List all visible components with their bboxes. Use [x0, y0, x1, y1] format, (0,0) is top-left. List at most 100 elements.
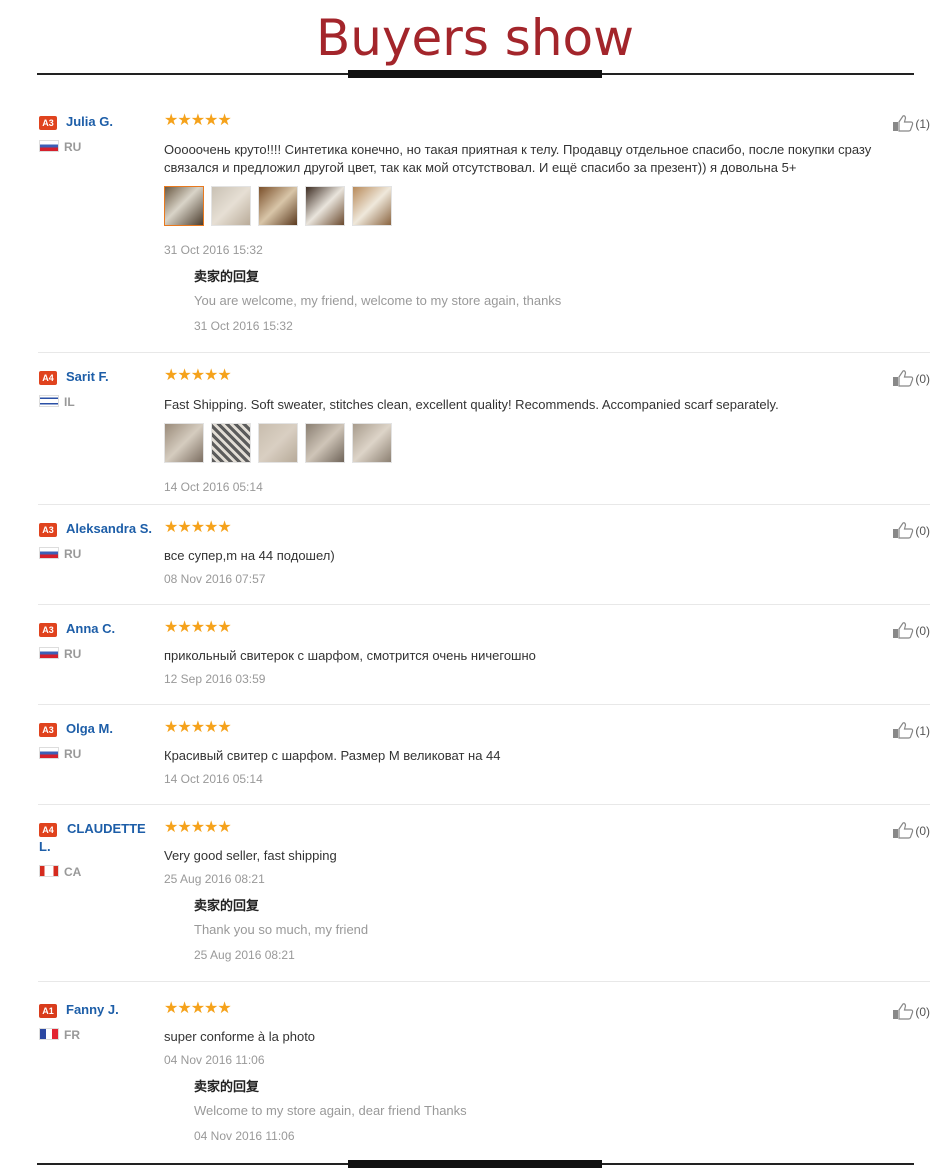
buyer-name[interactable]: Julia G. — [66, 113, 166, 131]
review-item: A1 Fanny J. FR ★★★★★ (0) super conforme … — [38, 986, 930, 1156]
seller-reply: 卖家的回复 You are welcome, my friend, welcom… — [194, 268, 894, 334]
helpful-button[interactable]: (0) — [892, 521, 930, 540]
review-item: A3 Julia G. RU ★★★★★ (1) Ooooочень круто… — [38, 98, 930, 353]
helpful-count: (1) — [915, 724, 930, 738]
thumbs-up-icon — [892, 722, 914, 739]
buyer-name[interactable]: Fanny J. — [66, 1001, 166, 1019]
buyer-name[interactable]: Sarit F. — [66, 368, 166, 386]
buyer-country: RU — [39, 746, 81, 762]
buyer-country: RU — [39, 646, 81, 662]
star-rating: ★★★★★ — [164, 112, 232, 129]
star-rating: ★★★★★ — [164, 819, 232, 836]
buyer-name[interactable]: Anna C. — [66, 620, 166, 638]
ca-flag-icon — [39, 865, 59, 877]
thumbs-up-icon — [892, 1003, 914, 1020]
review-date: 12 Sep 2016 03:59 — [164, 672, 266, 686]
fr-flag-icon — [39, 1028, 59, 1040]
star-rating: ★★★★★ — [164, 1000, 232, 1017]
review-text: все супер,m на 44 подошел) — [164, 548, 335, 563]
review-text: Very good seller, fast shipping — [164, 848, 337, 863]
star-rating: ★★★★★ — [164, 367, 232, 384]
buyer-country: RU — [39, 139, 81, 155]
review-item: A4 Sarit F. IL ★★★★★ (0) Fast Shipping. … — [38, 353, 930, 505]
helpful-count: (0) — [915, 372, 930, 386]
review-photo[interactable] — [352, 186, 392, 226]
seller-reply-text: You are welcome, my friend, welcome to m… — [194, 293, 562, 308]
review-date: 04 Nov 2016 11:06 — [164, 1053, 265, 1067]
helpful-count: (0) — [915, 524, 930, 538]
ru-flag-icon — [39, 647, 59, 659]
review-photo[interactable] — [258, 186, 298, 226]
helpful-button[interactable]: (0) — [892, 821, 930, 840]
helpful-count: (0) — [915, 624, 930, 638]
buyer-level-badge: A4 — [39, 371, 57, 385]
review-photo[interactable] — [211, 423, 251, 463]
review-item: A3 Anna C. RU ★★★★★ (0) прикольный свите… — [38, 605, 930, 705]
seller-reply-date: 04 Nov 2016 11:06 — [194, 1129, 295, 1143]
country-code: RU — [64, 547, 82, 561]
ru-flag-icon — [39, 547, 59, 559]
buyer-name[interactable]: CLAUDETTE L. — [39, 820, 154, 856]
star-rating: ★★★★★ — [164, 519, 232, 536]
thumbs-up-icon — [892, 370, 914, 387]
review-text: super conforme à la photo — [164, 1029, 316, 1044]
country-code: RU — [64, 747, 82, 761]
country-code: RU — [64, 647, 82, 661]
review-date: 14 Oct 2016 05:14 — [164, 480, 263, 494]
review-photo[interactable] — [164, 186, 204, 226]
helpful-count: (0) — [915, 824, 930, 838]
seller-reply-date: 25 Aug 2016 08:21 — [194, 948, 295, 962]
buyer-level-badge: A3 — [39, 723, 57, 737]
review-photo[interactable] — [164, 423, 204, 463]
buyer-country: RU — [39, 546, 81, 562]
review-photos — [164, 186, 399, 228]
review-photo[interactable] — [352, 423, 392, 463]
country-code: CA — [64, 865, 82, 879]
review-date: 08 Nov 2016 07:57 — [164, 572, 266, 586]
review-text: Ooooочень круто!!!! Синтетика конечно, н… — [164, 142, 872, 175]
page-title: Buyers show — [315, 9, 635, 67]
helpful-count: (0) — [915, 1005, 930, 1019]
helpful-button[interactable]: (0) — [892, 369, 930, 388]
buyer-level-badge: A3 — [39, 116, 57, 130]
thumbs-up-icon — [892, 522, 914, 539]
review-item: A3 Aleksandra S. RU ★★★★★ (0) все супер,… — [38, 505, 930, 605]
review-text: Красивый свитер с шарфом. Размер М велик… — [164, 748, 501, 763]
helpful-button[interactable]: (1) — [892, 114, 930, 133]
header-divider-accent — [348, 70, 602, 78]
seller-reply: 卖家的回复 Welcome to my store again, dear fr… — [194, 1078, 894, 1144]
seller-reply: 卖家的回复 Thank you so much, my friend 25 Au… — [194, 897, 894, 963]
ru-flag-icon — [39, 140, 59, 152]
seller-reply-date: 31 Oct 2016 15:32 — [194, 319, 293, 333]
thumbs-up-icon — [892, 822, 914, 839]
seller-reply-text: Thank you so much, my friend — [194, 922, 369, 937]
ru-flag-icon — [39, 747, 59, 759]
section-header: Buyers show — [0, 0, 950, 90]
review-photo[interactable] — [258, 423, 298, 463]
helpful-button[interactable]: (1) — [892, 721, 930, 740]
helpful-button[interactable]: (0) — [892, 1002, 930, 1021]
buyer-level-badge: A3 — [39, 623, 57, 637]
review-photo[interactable] — [305, 186, 345, 226]
thumbs-up-icon — [892, 622, 914, 639]
helpful-count: (1) — [915, 117, 930, 131]
review-date: 14 Oct 2016 05:14 — [164, 772, 263, 786]
review-photo[interactable] — [211, 186, 251, 226]
review-text: прикольный свитерок с шарфом, смотрится … — [164, 648, 536, 663]
buyer-country: IL — [39, 394, 75, 410]
star-rating: ★★★★★ — [164, 719, 232, 736]
country-code: IL — [64, 395, 75, 409]
review-photos — [164, 423, 399, 465]
buyer-level-badge: A3 — [39, 523, 57, 537]
thumbs-up-icon — [892, 115, 914, 132]
footer-divider-accent — [348, 1160, 602, 1168]
review-item: A3 Olga M. RU ★★★★★ (1) Красивый свитер … — [38, 705, 930, 805]
il-flag-icon — [39, 395, 59, 407]
review-photo[interactable] — [305, 423, 345, 463]
buyer-country: FR — [39, 1027, 80, 1043]
helpful-button[interactable]: (0) — [892, 621, 930, 640]
seller-reply-text: Welcome to my store again, dear friend T… — [194, 1103, 467, 1118]
review-date: 31 Oct 2016 15:32 — [164, 243, 263, 257]
buyer-name[interactable]: Olga M. — [66, 720, 166, 738]
seller-reply-title: 卖家的回复 — [194, 898, 260, 913]
